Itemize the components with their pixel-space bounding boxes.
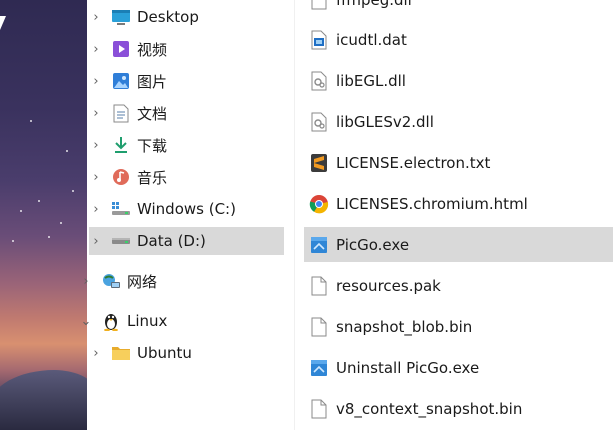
file-row[interactable]: v8_context_snapshot.bin: [304, 391, 613, 426]
dll-file-icon: [309, 69, 329, 93]
file-row-selected[interactable]: PicGo.exe: [304, 227, 613, 262]
sublime-text-icon: [309, 151, 329, 175]
file-row[interactable]: LICENSES.chromium.html: [304, 186, 613, 221]
chevron-right-icon[interactable]: ›: [89, 42, 103, 57]
chevron-right-icon[interactable]: ›: [89, 106, 103, 121]
generic-file-icon: [309, 274, 329, 298]
chevron-right-icon[interactable]: ›: [89, 202, 103, 217]
drive-icon: [111, 231, 131, 251]
nav-item-videos[interactable]: › 视频: [89, 35, 284, 63]
file-name: LICENSES.chromium.html: [336, 194, 528, 213]
file-name: PicGo.exe: [336, 235, 410, 254]
file-row[interactable]: icudtl.dat: [304, 22, 613, 57]
pictures-icon: [111, 71, 131, 91]
file-name: libGLESv2.dll: [336, 112, 434, 131]
dll-file-icon: [309, 0, 329, 12]
nav-item-pictures[interactable]: › 图片: [89, 67, 284, 95]
nav-item-linux[interactable]: ⌄ Linux: [79, 307, 274, 335]
downloads-icon: [111, 135, 131, 155]
linux-tux-icon: [101, 311, 121, 331]
file-name: libEGL.dll: [336, 71, 406, 90]
folder-icon: [111, 343, 131, 363]
desktop-icon: [111, 7, 131, 27]
file-name: icudtl.dat: [336, 30, 407, 49]
nav-label: 网络: [127, 272, 158, 291]
file-name: LICENSE.electron.txt: [336, 153, 491, 172]
nav-item-network[interactable]: › 网络: [79, 267, 274, 295]
exe-file-icon: [309, 233, 329, 257]
nav-label: 视频: [137, 40, 168, 59]
chevron-right-icon[interactable]: ›: [89, 138, 103, 153]
network-icon: [101, 271, 121, 291]
file-list: ffmpeg.dll icudtl.dat libEGL.dll libGLES…: [295, 0, 613, 430]
chevron-down-icon[interactable]: ⌄: [79, 314, 93, 329]
desktop-wallpaper: [0, 0, 87, 430]
chevron-right-icon[interactable]: ›: [89, 346, 103, 361]
nav-item-ubuntu[interactable]: › Ubuntu: [89, 339, 284, 367]
nav-item-documents[interactable]: › 文档: [89, 99, 284, 127]
nav-label: 下载: [137, 136, 168, 155]
nav-label: 文档: [137, 104, 168, 123]
file-row[interactable]: Uninstall PicGo.exe: [304, 350, 613, 385]
windows-drive-icon: [111, 199, 131, 219]
mouse-cursor: [0, 16, 6, 30]
file-row[interactable]: resources.pak: [304, 268, 613, 303]
file-row[interactable]: snapshot_blob.bin: [304, 309, 613, 344]
chevron-right-icon[interactable]: ›: [89, 10, 103, 25]
navigation-pane: › Desktop › 视频 › 图片 › 文档 › 下载 › 音乐 › Win…: [81, 0, 294, 430]
nav-label: Linux: [127, 312, 168, 330]
chevron-right-icon[interactable]: ›: [89, 74, 103, 89]
chevron-right-icon[interactable]: ›: [79, 274, 93, 289]
generic-file-icon: [309, 397, 329, 421]
music-icon: [111, 167, 131, 187]
file-row-partial[interactable]: ffmpeg.dll: [304, 0, 613, 17]
nav-label: Windows (C:): [137, 200, 236, 218]
nav-item-data-d[interactable]: › Data (D:): [89, 227, 284, 255]
file-name: resources.pak: [336, 276, 441, 295]
dat-file-icon: [309, 28, 329, 52]
file-row[interactable]: libGLESv2.dll: [304, 104, 613, 139]
documents-icon: [111, 103, 131, 123]
exe-file-icon: [309, 356, 329, 380]
nav-label: Ubuntu: [137, 344, 192, 362]
file-name: snapshot_blob.bin: [336, 317, 473, 336]
file-name: v8_context_snapshot.bin: [336, 399, 523, 418]
nav-label: Desktop: [137, 8, 199, 26]
chevron-right-icon[interactable]: ›: [89, 234, 103, 249]
nav-label: Data (D:): [137, 232, 206, 250]
nav-item-windows-c[interactable]: › Windows (C:): [89, 195, 284, 223]
file-name: Uninstall PicGo.exe: [336, 358, 480, 377]
chrome-icon: [309, 192, 329, 216]
file-name: ffmpeg.dll: [336, 0, 412, 9]
file-row[interactable]: libEGL.dll: [304, 63, 613, 98]
chevron-right-icon[interactable]: ›: [89, 170, 103, 185]
dll-file-icon: [309, 110, 329, 134]
nav-label: 图片: [137, 72, 168, 91]
nav-item-desktop[interactable]: › Desktop: [89, 3, 284, 31]
nav-item-downloads[interactable]: › 下载: [89, 131, 284, 159]
nav-label: 音乐: [137, 168, 168, 187]
videos-icon: [111, 39, 131, 59]
nav-item-music[interactable]: › 音乐: [89, 163, 284, 191]
generic-file-icon: [309, 315, 329, 339]
file-row[interactable]: LICENSE.electron.txt: [304, 145, 613, 180]
